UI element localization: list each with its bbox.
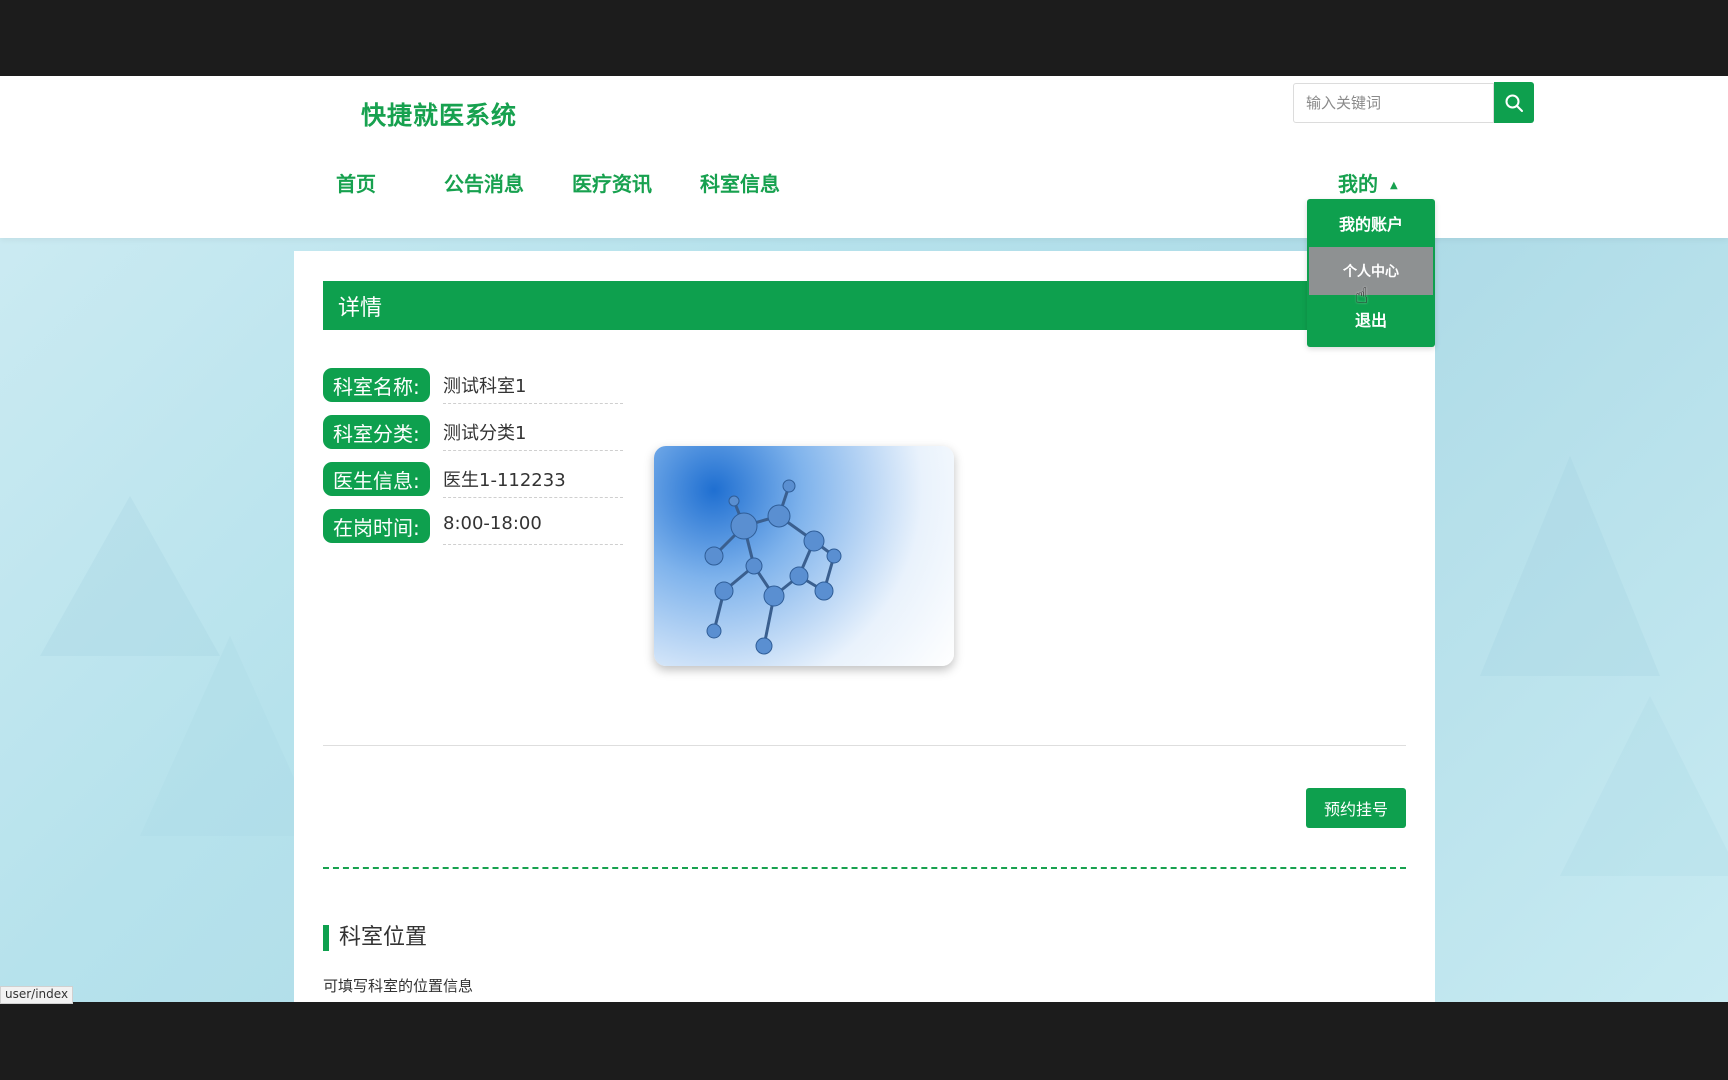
background-shape (1480, 456, 1660, 676)
location-section-title: 科室位置 (323, 925, 427, 951)
nav-item-home[interactable]: 首页 (336, 168, 376, 197)
dropdown-item-personal-center[interactable]: 个人中心 (1309, 247, 1433, 295)
search-icon (1505, 94, 1523, 112)
divider (323, 745, 1406, 746)
search-input[interactable] (1293, 83, 1494, 123)
site-header: 快捷就医系统 首页 公告消息 医疗资讯 科室信息 我的 ▲ (0, 76, 1728, 238)
location-section-text: 可填写科室的位置信息 (323, 977, 474, 995)
book-appointment-button[interactable]: 预约挂号 (1306, 788, 1406, 828)
status-bar-url: user/index (0, 986, 74, 1004)
nav-item-medical-news[interactable]: 医疗资讯 (572, 168, 652, 197)
department-image (654, 446, 954, 666)
field-value: 8:00-18:00 (443, 509, 623, 545)
field-label: 医生信息: (323, 462, 430, 496)
browser-viewport: 快捷就医系统 首页 公告消息 医疗资讯 科室信息 我的 ▲ 我的账户 个人中心 退… (0, 76, 1728, 1002)
field-label: 在岗时间: (323, 509, 430, 543)
detail-title: 详情 (323, 281, 1406, 330)
molecule-image (704, 479, 842, 655)
account-menu-label: 我的 (1338, 172, 1378, 196)
nav-item-announcements[interactable]: 公告消息 (444, 168, 524, 197)
dropdown-item-my-account[interactable]: 我的账户 (1307, 199, 1435, 247)
field-label: 科室分类: (323, 415, 430, 449)
detail-panel: 详情 科室名称: 测试科室1 科室分类: 测试分类1 医生信息: 医生1-112… (294, 251, 1435, 1002)
hand-cursor-icon: ☝ (1355, 284, 1369, 309)
account-menu-toggle[interactable]: 我的 ▲ (1338, 168, 1398, 197)
field-value: 测试科室1 (443, 368, 623, 404)
field-value: 测试分类1 (443, 415, 623, 451)
nav-item-departments[interactable]: 科室信息 (700, 168, 780, 197)
dashed-divider (323, 867, 1406, 869)
site-logo[interactable]: 快捷就医系统 (361, 96, 517, 132)
field-label: 科室名称: (323, 368, 430, 402)
caret-up-icon: ▲ (1390, 180, 1398, 191)
background-shape (40, 496, 220, 656)
background-shape (140, 636, 320, 836)
background-shape (1560, 696, 1728, 876)
field-value: 医生1-112233 (443, 462, 623, 498)
search-button[interactable] (1494, 82, 1534, 123)
dropdown-item-logout[interactable]: 退出 (1307, 295, 1435, 343)
account-dropdown: 我的账户 个人中心 退出 (1307, 199, 1435, 347)
